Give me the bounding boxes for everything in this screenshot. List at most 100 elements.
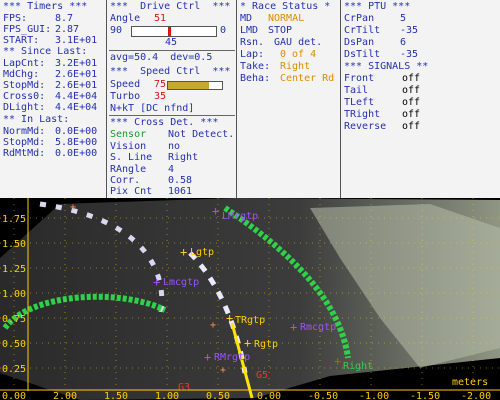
tleft-value: off — [402, 97, 421, 108]
tail-label: Tail — [344, 85, 369, 96]
svg-text:+: + — [226, 311, 233, 325]
x-tick-label: -1.00 — [359, 391, 389, 400]
in-last-header: ** In Last: — [3, 114, 70, 125]
timers-header: *** Timers *** — [3, 1, 88, 12]
rsn-value: GAU det. — [274, 37, 323, 48]
speed-label: Speed — [110, 79, 141, 90]
tail-value: off — [402, 85, 421, 96]
sensor-value: Not Detect. — [168, 129, 235, 140]
race-status-panel: * Race Status * MD NORMAL LMD STOP Rsn. GAU… — [237, 0, 341, 198]
crtilt-value: -35 — [400, 25, 419, 36]
dstilt-value: -35 — [400, 49, 419, 60]
stopmd-value: 2.6E+01 — [55, 80, 98, 91]
svg-text:+: + — [290, 320, 297, 334]
drive-panel: *** Drive Ctrl *** Angle 51 90 0 45 avg=5… — [107, 0, 237, 198]
lapcnt-value: 3.2E+01 — [55, 58, 98, 69]
ptu-header: *** PTU *** — [344, 1, 411, 12]
rdmtmd-label: RdMtMd: — [3, 148, 46, 159]
angle-label: Angle — [110, 13, 141, 24]
since-last-header: ** Since Last: — [3, 46, 88, 57]
reverse-label: Reverse — [344, 121, 387, 132]
corr-value: 0.58 — [168, 175, 193, 186]
svg-text:+: + — [334, 354, 341, 368]
md-label: MD — [240, 13, 253, 24]
marker-g3: G3 — [178, 382, 190, 393]
normmd-value: 0.0E+00 — [55, 126, 98, 137]
crpan-label: CrPan — [344, 13, 375, 24]
vision-value: no — [168, 141, 181, 152]
x-tick-label: -1.50 — [410, 391, 440, 400]
pixcnt-value: 1061 — [168, 186, 193, 197]
mdchg-value: 2.6E+01 — [55, 69, 98, 80]
fps-value: 8.7 — [55, 13, 74, 24]
cross-header: *** Cross Det. *** — [110, 117, 219, 128]
marker-rgtp-label: Rgtp — [254, 339, 278, 350]
sensor-label: Sensor — [110, 129, 147, 140]
beha-label: Beha: — [240, 73, 271, 84]
lmd-value: STOP — [268, 25, 293, 36]
dlight-value: 4.4E+04 — [55, 102, 98, 113]
marker-lmcgtp-label: Lmcgtp — [163, 277, 199, 288]
timers-panel: *** Timers *** FPS: 8.7 FPS_GUI: 2.87 STAR… — [0, 0, 107, 198]
lapcnt-label: LapCnt: — [3, 58, 46, 69]
vision-label: Vision — [110, 141, 147, 152]
speed-bar-fill — [168, 82, 209, 89]
fpsgui-label: FPS_GUI: — [3, 24, 52, 35]
crtilt-label: CrTilt — [344, 25, 381, 36]
avg-dev-readout: avg=50.4 dev=0.5 — [110, 52, 213, 63]
rangle-value: 4 — [168, 164, 175, 175]
lap-value: 0 of 4 — [280, 49, 317, 60]
status-panel: *** Timers *** FPS: 8.7 FPS_GUI: 2.87 STAR… — [0, 0, 500, 198]
axis-units-label: meters — [452, 377, 488, 388]
x-tick-label: 0.00 — [257, 391, 281, 400]
marker-g5: G5 — [256, 370, 268, 381]
angle-slider[interactable] — [131, 26, 217, 37]
start-label: START: — [3, 35, 40, 46]
nkt-readout: N+kT [DC nfnd] — [110, 103, 195, 114]
lap-label: Lap: — [240, 49, 265, 60]
front-value: off — [402, 73, 421, 84]
dstilt-label: DsTilt — [344, 49, 381, 60]
small-cross-marker: + — [220, 365, 226, 376]
dlight-label: DLight: — [3, 102, 46, 113]
signals-header: *** SIGNALS ** — [344, 61, 429, 72]
sline-label: S. Line — [110, 152, 153, 163]
slider-max-label: 0 — [220, 25, 227, 36]
drive-header: *** Drive Ctrl *** — [110, 1, 231, 12]
small-cross-marker: + — [70, 202, 76, 213]
slider-min-label: 90 — [110, 25, 123, 36]
marker-lmrgtp-label: LMrgtp — [222, 211, 258, 222]
rdmtmd-value: 0.0E+00 — [55, 148, 98, 159]
stopmd2-label: StopMd: — [3, 137, 46, 148]
dspan-label: DsPan — [344, 37, 375, 48]
marker-rmrgtp-label: RMrgtp — [214, 352, 250, 363]
angle-slider-thumb[interactable] — [168, 27, 171, 36]
divider — [109, 50, 235, 51]
lmd-label: LMD — [240, 25, 259, 36]
fps-label: FPS: — [3, 13, 28, 24]
race-header: * Race Status * — [240, 1, 331, 12]
take-value: Right — [280, 61, 311, 72]
rsn-label: Rsn. — [240, 37, 265, 48]
tright-label: TRight — [344, 109, 381, 120]
x-tick-label: 1.00 — [155, 391, 179, 400]
x-tick-label: 2.00 — [53, 391, 77, 400]
angle-value: 51 — [154, 13, 167, 24]
marker-rmrgtp: + RMrgtp — [204, 350, 250, 364]
mdchg-label: MdChg: — [3, 69, 40, 80]
stopmd2-value: 5.8E+00 — [55, 137, 98, 148]
y-tick-label: 1.75 — [2, 214, 26, 225]
pixcnt-label: Pix Cnt — [110, 186, 153, 197]
divider — [109, 115, 235, 116]
marker-rmcgtp: + Rmcgtp — [290, 320, 336, 334]
marker-g5-label: G5 — [256, 370, 268, 381]
marker-right-label: Right — [343, 361, 373, 372]
speed-value: 75 — [154, 79, 167, 90]
marker-lgtp: + Lgtp — [180, 245, 214, 259]
rangle-label: RAngle — [110, 164, 147, 175]
turbo-label: Turbo — [110, 91, 141, 102]
svg-text:+: + — [153, 275, 160, 289]
normmd-label: NormMd: — [3, 126, 46, 137]
x-tick-label: -0.50 — [308, 391, 338, 400]
svg-text:+: + — [244, 336, 251, 350]
